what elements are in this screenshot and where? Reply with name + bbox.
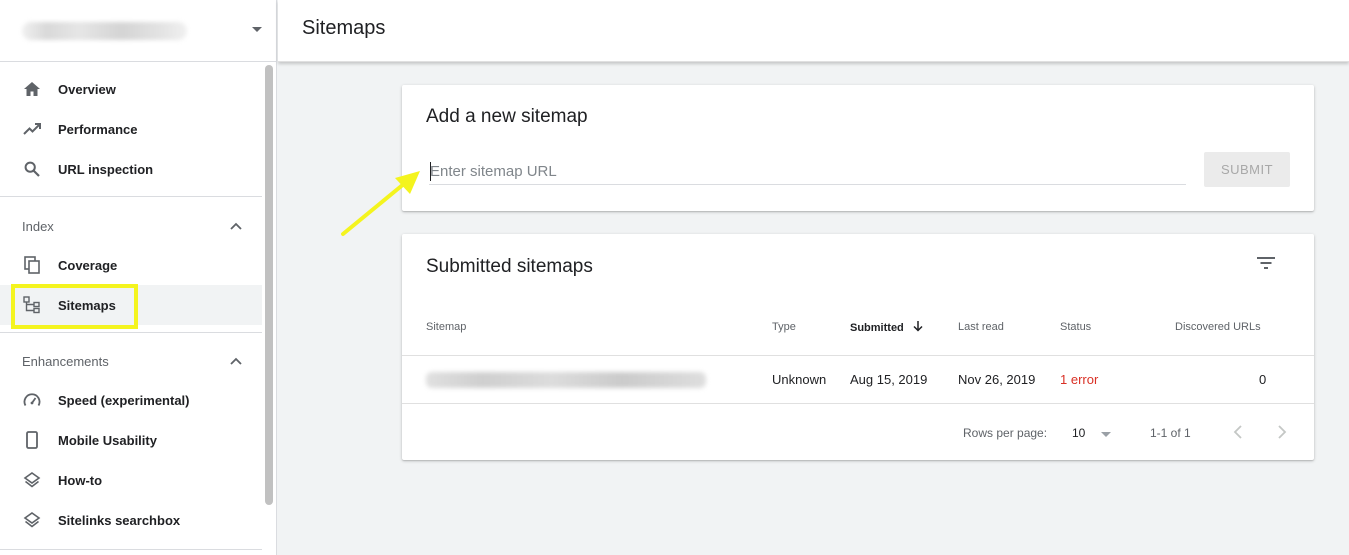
chevron-right-icon[interactable] — [1277, 425, 1287, 439]
caret-down-icon[interactable] — [1101, 432, 1111, 437]
column-header-type[interactable]: Type — [772, 321, 796, 333]
column-header-discovered-urls[interactable]: Discovered URLs — [1175, 321, 1261, 333]
nav-item-mobile-usability[interactable]: Mobile Usability — [0, 420, 262, 460]
pagination-range: 1-1 of 1 — [1150, 426, 1191, 440]
chevron-up-icon[interactable] — [230, 357, 242, 365]
nav-top: Overview Performance URL inspection — [0, 69, 262, 189]
divider — [0, 196, 262, 197]
nav-item-label: Performance — [58, 121, 138, 137]
cell-discovered-urls: 0 — [1259, 372, 1267, 387]
chevron-up-icon[interactable] — [230, 222, 242, 230]
smartphone-icon — [22, 430, 42, 450]
nav-item-coverage[interactable]: Coverage — [0, 245, 262, 285]
cell-type: Unknown — [772, 372, 827, 387]
cell-last-read: Nov 26, 2019 — [958, 372, 1036, 387]
nav-item-label: Sitelinks searchbox — [58, 512, 181, 528]
nav-item-how-to[interactable]: How-to — [0, 460, 262, 500]
cell-status: 1 error — [1060, 372, 1099, 387]
sidebar: Overview Performance URL inspection Inde… — [0, 0, 277, 555]
section-header-enhancements[interactable]: Enhancements — [0, 339, 262, 383]
sidebar-scrollbar[interactable] — [265, 65, 273, 505]
row-divider — [402, 355, 1314, 356]
nav-item-label: Coverage — [58, 257, 118, 273]
nav-item-label: Overview — [58, 81, 116, 97]
page-title: Sitemaps — [302, 17, 386, 39]
nav-item-label: URL inspection — [58, 161, 154, 177]
section-header-index[interactable]: Index — [0, 204, 262, 248]
rows-per-page-select[interactable]: 10 — [1072, 426, 1085, 440]
divider — [0, 332, 262, 333]
nav-item-url-inspection[interactable]: URL inspection — [0, 149, 262, 189]
annotation-arrow-icon — [341, 171, 420, 236]
property-name-blurred — [22, 22, 187, 40]
card-title: Submitted sitemaps — [426, 256, 593, 277]
nav-enhancements: Enhancements Speed (experimental) Mobile… — [0, 339, 262, 540]
card-title: Add a new sitemap — [426, 106, 588, 127]
layers-icon — [22, 510, 42, 530]
nav-item-speed[interactable]: Speed (experimental) — [0, 380, 262, 420]
trending-up-icon — [22, 119, 42, 139]
nav-item-performance[interactable]: Performance — [0, 109, 262, 149]
nav-item-label: Mobile Usability — [58, 432, 157, 448]
column-header-label: Submitted — [850, 322, 904, 334]
section-title: Index — [22, 218, 54, 234]
rows-per-page-label: Rows per page: — [963, 426, 1048, 440]
sitemap-url-blurred[interactable] — [426, 372, 706, 388]
cell-submitted: Aug 15, 2019 — [850, 372, 928, 387]
divider — [0, 549, 262, 550]
caret-down-icon[interactable] — [252, 27, 262, 32]
column-header-submitted[interactable]: Submitted — [850, 321, 923, 334]
top-bar: Sitemaps — [278, 0, 1349, 62]
column-header-last-read[interactable]: Last read — [958, 321, 1004, 333]
search-icon — [22, 159, 42, 179]
property-selector[interactable] — [0, 0, 276, 62]
row-divider — [402, 403, 1314, 404]
chevron-left-icon[interactable] — [1233, 425, 1243, 439]
section-title: Enhancements — [22, 353, 109, 369]
add-sitemap-card: Add a new sitemap SUBMIT — [402, 85, 1314, 211]
column-header-status[interactable]: Status — [1060, 321, 1091, 333]
speedometer-icon — [22, 390, 42, 410]
filter-icon[interactable] — [1257, 256, 1275, 270]
highlight-box — [11, 284, 138, 329]
home-icon — [22, 79, 42, 99]
text-cursor — [430, 162, 431, 181]
submitted-sitemaps-card: Submitted sitemaps Sitemap Type Submitte… — [402, 234, 1314, 460]
column-header-sitemap[interactable]: Sitemap — [426, 321, 466, 333]
nav-item-label: Speed (experimental) — [58, 392, 190, 408]
nav-item-sitelinks-searchbox[interactable]: Sitelinks searchbox — [0, 500, 262, 540]
layers-icon — [22, 470, 42, 490]
arrow-down-icon — [913, 321, 923, 332]
nav-item-label: How-to — [58, 472, 103, 488]
copy-icon — [22, 255, 42, 275]
nav-item-overview[interactable]: Overview — [0, 69, 262, 109]
submit-button[interactable]: SUBMIT — [1204, 152, 1290, 187]
sitemap-url-input[interactable] — [429, 159, 1186, 185]
